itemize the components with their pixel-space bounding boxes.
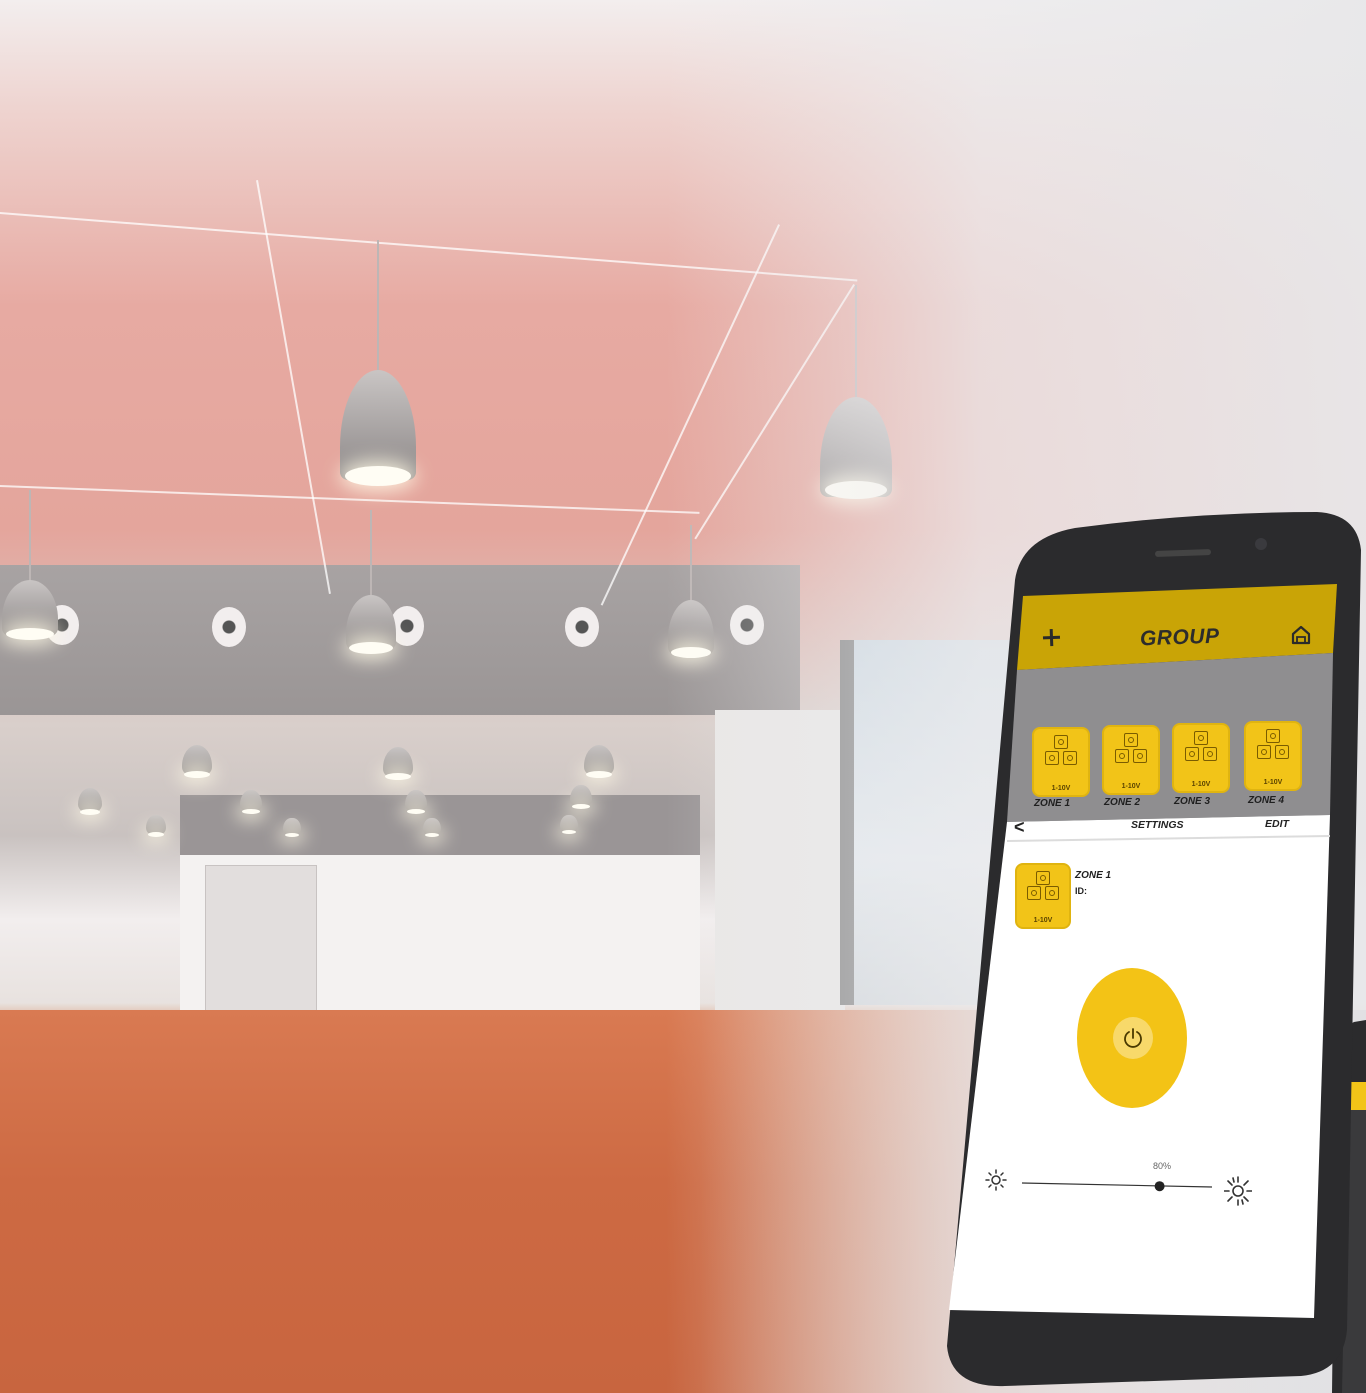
zone-name: ZONE 1 bbox=[1075, 870, 1112, 881]
home-icon[interactable] bbox=[1290, 624, 1312, 646]
pendant-lamp bbox=[283, 818, 301, 840]
fixture-icon bbox=[1045, 751, 1059, 765]
zone-tile-3[interactable]: 1-10V bbox=[1172, 723, 1230, 793]
zone-tag: 1-10V bbox=[1191, 781, 1211, 788]
ceiling-vent bbox=[565, 607, 599, 647]
pendant-lamp bbox=[78, 788, 102, 818]
zone-label-4: ZONE 4 bbox=[1247, 795, 1285, 806]
zone-tag: 1-10V bbox=[1263, 779, 1283, 786]
zone-tag: 1-10V bbox=[1033, 917, 1053, 924]
add-button[interactable] bbox=[1040, 626, 1065, 651]
zone-tag: 1-10V bbox=[1121, 783, 1141, 790]
zone-tile-2[interactable]: 1-10V bbox=[1102, 725, 1160, 795]
zone-tile-4[interactable]: 1-10V bbox=[1244, 721, 1302, 791]
fixture-icon bbox=[1036, 871, 1050, 885]
dimmer-value: 80% bbox=[1153, 1161, 1172, 1171]
zone-label-2: ZONE 2 bbox=[1103, 797, 1141, 808]
zone-label-1: ZONE 1 bbox=[1033, 798, 1071, 809]
zone-tag: 1-10V bbox=[1051, 785, 1071, 792]
sun-bright-icon[interactable] bbox=[1224, 1176, 1252, 1206]
pendant-lamp bbox=[383, 747, 413, 783]
zone-id: ID: bbox=[1075, 886, 1087, 896]
fixture-icon bbox=[1257, 745, 1271, 759]
zone-tile-1[interactable]: 1-10V bbox=[1032, 727, 1090, 797]
fixture-icon bbox=[1275, 745, 1289, 759]
fixture-icon bbox=[1124, 733, 1138, 747]
pendant-lamp bbox=[340, 240, 416, 500]
dimmer-slider[interactable] bbox=[1020, 1178, 1215, 1192]
pendant-lamp bbox=[423, 818, 441, 840]
fixture-icon bbox=[1027, 886, 1041, 900]
power-button[interactable] bbox=[1077, 968, 1187, 1108]
fixture-icon bbox=[1115, 749, 1129, 763]
pendant-lamp bbox=[405, 790, 427, 818]
pendant-lamp bbox=[240, 790, 262, 818]
pendant-lamp bbox=[182, 745, 212, 781]
power-icon bbox=[1124, 1028, 1142, 1048]
fixture-icon bbox=[1133, 749, 1147, 763]
pendant-lamp bbox=[146, 815, 166, 839]
fixture-icon bbox=[1045, 886, 1059, 900]
back-door bbox=[205, 865, 317, 1012]
sun-dim-icon[interactable] bbox=[985, 1169, 1007, 1191]
fixture-icon bbox=[1203, 747, 1217, 761]
fixture-icon bbox=[1185, 747, 1199, 761]
app-title: GROUP bbox=[1139, 624, 1220, 651]
pendant-lamp bbox=[346, 510, 396, 660]
fixture-icon bbox=[1266, 729, 1280, 743]
edit-button[interactable]: EDIT bbox=[1265, 818, 1289, 830]
pendant-lamp bbox=[2, 490, 58, 650]
fixture-icon bbox=[1063, 751, 1077, 765]
pendant-lamp bbox=[584, 745, 614, 781]
settings-title: SETTINGS bbox=[1131, 819, 1184, 831]
fixture-icon bbox=[1194, 731, 1208, 745]
zone-detail-icon: 1-10V bbox=[1015, 863, 1071, 929]
ceiling-vent bbox=[212, 607, 246, 647]
zone-label-3: ZONE 3 bbox=[1173, 796, 1211, 807]
slider-knob[interactable] bbox=[1154, 1181, 1165, 1192]
pendant-lamp bbox=[570, 785, 592, 813]
ceiling-line bbox=[256, 180, 331, 594]
back-button[interactable]: < bbox=[1014, 818, 1028, 836]
fixture-icon bbox=[1054, 735, 1068, 749]
pendant-lamp bbox=[560, 815, 578, 837]
